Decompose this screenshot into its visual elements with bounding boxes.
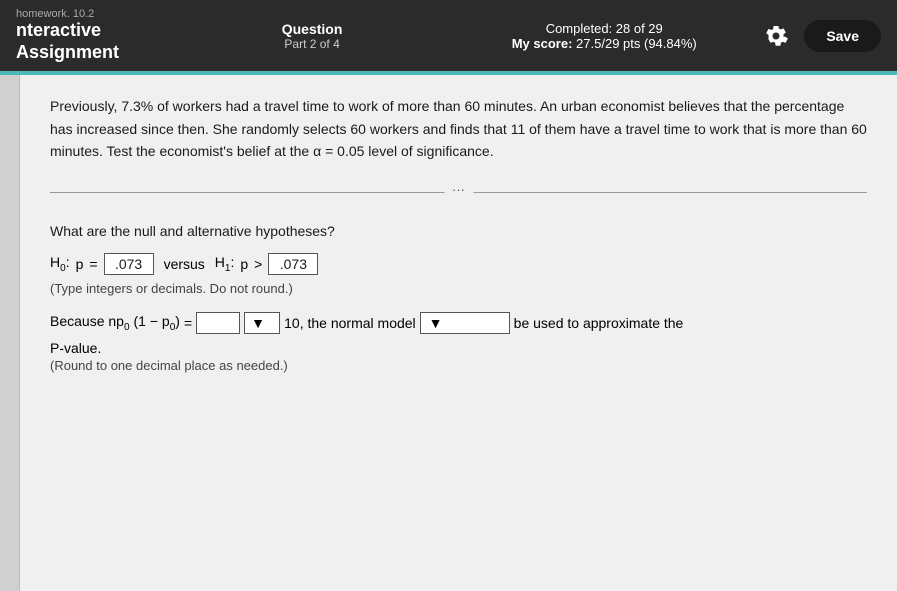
header-center: Question Part 2 of 4 [176,21,448,51]
completed-label: Completed: 28 of 29 [546,21,663,36]
score-value: 27.5/29 pts (94.84%) [576,36,697,51]
versus-label: versus [164,256,205,272]
main-content: Previously, 7.3% of workers had a travel… [0,75,897,591]
round-hint: (Round to one decimal place as needed.) [50,358,867,373]
gear-icon[interactable] [760,20,792,52]
part-label: Part 2 of 4 [284,37,339,51]
can-cannot-dropdown[interactable]: ▼ [420,312,510,334]
question-prompt: What are the null and alternative hypoth… [50,223,867,239]
left-sidebar [0,75,20,591]
equals-sign: = [184,315,192,331]
h1-label: H1: [215,254,235,274]
normal-model-row: Because np0 (1 − p0) = ▼ 10, the normal … [50,312,867,334]
suffix-text: be used to approximate the [514,315,684,331]
h1-operator: > [254,256,262,272]
paren-open: (1 − p0) [134,313,180,333]
h0-value-box: .073 [104,253,154,275]
hint-text: (Type integers or decimals. Do not round… [50,281,867,296]
question-section: What are the null and alternative hypoth… [50,223,867,373]
header-title-line1: nteractive [16,20,101,40]
h0-subscript: 0 [60,263,66,274]
dropdown-arrow-1: ▼ [251,315,265,331]
save-button[interactable]: Save [804,20,881,52]
problem-text: Previously, 7.3% of workers had a travel… [50,95,867,162]
hypotheses-row: H0: p = .073 versus H1: p > .073 [50,253,867,275]
h1-subscript: 1 [225,263,231,274]
header-subtitle: homework. 10.2 [16,8,156,20]
header-score-section: Completed: 28 of 29 My score: 27.5/29 pt… [468,21,740,51]
content-area: Previously, 7.3% of workers had a travel… [20,75,897,591]
h1-value-box: .073 [268,253,318,275]
h0-label: H0: [50,254,70,274]
header-left: homework. 10.2 nteractive Assignment [16,8,156,63]
header-icons: Save [760,20,881,52]
ellipsis-icon: ··· [444,182,473,197]
threshold-text: 10, the normal model [284,315,416,331]
header-title: nteractive Assignment [16,20,156,63]
h0-operator: = [89,256,97,272]
h1-var: p [240,256,248,272]
score-prefix: My score: [512,36,573,51]
question-label: Question [282,21,343,37]
p-value-label: P-value. [50,340,867,356]
p0-sub: 0 [170,322,176,333]
header: homework. 10.2 nteractive Assignment Que… [0,0,897,71]
h0-var: p [76,256,84,272]
my-score: My score: 27.5/29 pts (94.84%) [512,36,697,51]
dropdown-arrow-2: ▼ [429,315,443,331]
comparison-dropdown[interactable]: ▼ [244,312,280,334]
np0-sub: 0 [124,322,130,333]
because-text: Because np0 [50,313,130,333]
np0-input[interactable] [196,312,240,334]
divider-section: ··· [50,192,867,193]
header-title-line2: Assignment [16,42,119,62]
